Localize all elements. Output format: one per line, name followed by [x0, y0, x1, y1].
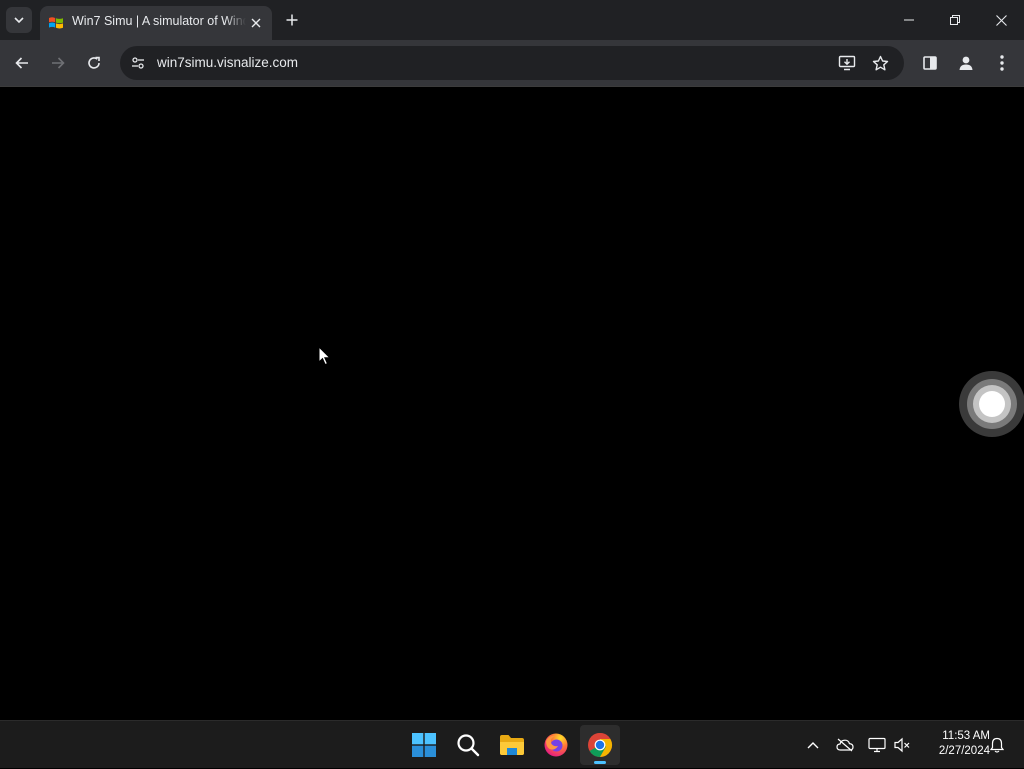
firefox-icon	[544, 733, 568, 757]
close-icon	[995, 14, 1007, 26]
onedrive-offline-icon	[836, 738, 854, 752]
chevron-up-icon	[807, 742, 819, 749]
tune-icon	[132, 57, 144, 69]
taskbar-chrome[interactable]	[580, 725, 620, 765]
minimize-button[interactable]	[886, 0, 932, 40]
clock-date: 2/27/2024	[938, 745, 990, 757]
install-app-button[interactable]	[835, 51, 859, 75]
tray-onedrive[interactable]	[832, 721, 858, 769]
profile-button[interactable]	[951, 48, 981, 78]
folder-icon	[500, 735, 524, 755]
loading-spinner	[959, 371, 1024, 437]
address-url[interactable]: win7simu.visnalize.com	[157, 55, 298, 70]
tray-network[interactable]	[864, 721, 890, 769]
tray-volume[interactable]	[890, 721, 914, 769]
tab-search-button[interactable]	[6, 7, 32, 33]
search-icon	[457, 734, 480, 757]
windows-flag-icon	[49, 17, 63, 29]
page-content[interactable]	[0, 87, 1024, 720]
notification-center-button[interactable]	[984, 721, 1010, 769]
side-panel-button[interactable]	[915, 48, 945, 78]
active-app-indicator	[594, 761, 606, 764]
tab-title: Win7 Simu | A simulator of Windows 7	[72, 14, 246, 28]
site-info-button[interactable]	[128, 53, 148, 73]
arrow-right-icon	[52, 57, 65, 69]
star-icon	[872, 55, 888, 70]
install-icon	[838, 55, 856, 71]
taskbar-search-button[interactable]	[448, 725, 488, 765]
chrome-icon	[588, 733, 613, 757]
bookmark-button[interactable]	[868, 51, 892, 75]
more-vert-icon	[1000, 55, 1004, 71]
windows-logo-icon	[412, 733, 436, 757]
browser-titlebar: Win7 Simu | A simulator of Windows 7	[0, 0, 1024, 40]
plus-icon	[286, 14, 298, 26]
address-bar[interactable]: win7simu.visnalize.com	[120, 46, 904, 80]
taskbar-start-button[interactable]	[404, 725, 444, 765]
taskbar: 11:53 AM 2/27/2024	[0, 720, 1024, 768]
arrow-left-icon	[15, 57, 28, 69]
reload-icon	[88, 56, 100, 69]
back-button[interactable]	[7, 48, 37, 78]
clock-time: 11:53 AM	[942, 730, 990, 742]
volume-muted-icon	[894, 737, 910, 753]
side-panel-icon	[923, 56, 937, 70]
close-window-button[interactable]	[978, 0, 1024, 40]
network-icon	[868, 737, 886, 753]
tray-clock[interactable]: 11:53 AM 2/27/2024	[918, 729, 990, 759]
taskbar-file-explorer[interactable]	[492, 725, 532, 765]
close-icon	[251, 18, 261, 28]
chevron-down-icon	[14, 17, 24, 24]
minimize-icon	[904, 19, 914, 21]
tray-overflow-button[interactable]	[800, 721, 826, 769]
forward-button[interactable]	[43, 48, 73, 78]
restore-button[interactable]	[932, 0, 978, 40]
profile-icon	[959, 56, 973, 70]
tab-active[interactable]: Win7 Simu | A simulator of Windows 7	[40, 6, 272, 40]
restore-icon	[950, 15, 960, 25]
reload-button[interactable]	[79, 48, 109, 78]
tab-close-button[interactable]	[246, 13, 266, 33]
spinner-center	[979, 391, 1005, 417]
notification-bell-icon	[990, 737, 1004, 753]
new-tab-button[interactable]	[280, 8, 304, 32]
mouse-cursor-icon	[318, 346, 332, 366]
taskbar-firefox[interactable]	[536, 725, 576, 765]
menu-button[interactable]	[987, 48, 1017, 78]
